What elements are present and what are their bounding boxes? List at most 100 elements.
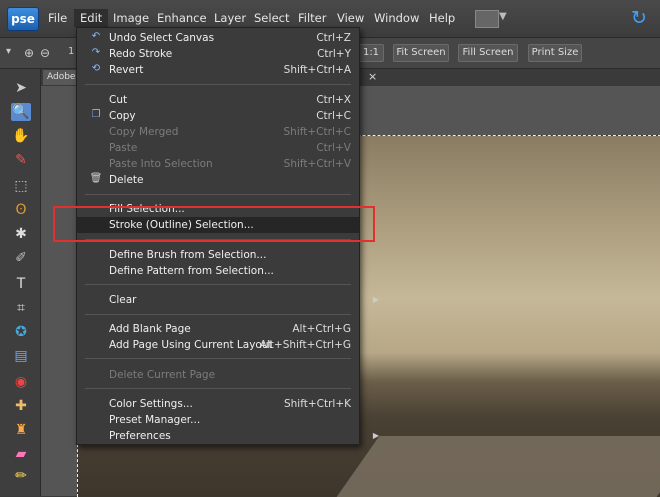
- zoom-out-icon[interactable]: ⊖: [40, 46, 50, 60]
- refresh-icon[interactable]: ↻: [631, 7, 647, 29]
- menu-window[interactable]: Window: [374, 11, 419, 25]
- menu-item-add-blank-page[interactable]: Add Blank Page Alt+Ctrl+G: [109, 321, 351, 337]
- zoom-tool-icon[interactable]: 🔍: [11, 103, 31, 121]
- menu-help[interactable]: Help: [429, 11, 455, 25]
- menu-item-copy-merged[interactable]: Copy Merged Shift+Ctrl+C: [109, 124, 351, 140]
- toolbox: ➤ 🔍 ✋ ✎ ⬚ ʘ ✱ ✐ T ⌗ ✪ ▤ ◉ ✚ ♜ ▰ ✏: [0, 69, 41, 496]
- menu-item-shortcut: Shift+Ctrl+V: [283, 158, 351, 170]
- chevron-down-icon[interactable]: ▼: [499, 11, 507, 22]
- quick-selection-tool-icon[interactable]: ✐: [11, 249, 31, 267]
- menu-item-revert[interactable]: ⟲ Revert Shift+Ctrl+A: [92, 62, 351, 78]
- menu-item-delete[interactable]: 🗑 Delete: [90, 172, 351, 188]
- type-tool-icon[interactable]: T: [11, 275, 31, 293]
- menu-filter[interactable]: Filter: [298, 11, 326, 25]
- menu-item-label: Add Page Using Current Layout: [109, 339, 273, 351]
- menu-divider: [85, 84, 351, 85]
- menu-item-undo[interactable]: ↶ Undo Select Canvas Ctrl+Z: [92, 30, 351, 46]
- cookie-cutter-tool-icon[interactable]: ✪: [11, 323, 31, 341]
- copy-icon: ❐: [91, 109, 101, 120]
- pencil-tool-icon[interactable]: ✏: [11, 467, 31, 485]
- trash-icon: 🗑: [89, 173, 103, 184]
- menu-item-shortcut: Shift+Ctrl+A: [283, 64, 351, 76]
- menu-item-preset-manager[interactable]: Preset Manager...: [109, 412, 351, 428]
- menu-item-shortcut: Alt+Ctrl+G: [292, 323, 351, 335]
- redo-icon: ↷: [91, 47, 101, 58]
- road-image-detail: [336, 436, 660, 497]
- menu-item-label: Define Pattern from Selection...: [109, 265, 274, 277]
- submenu-arrow-icon: ▶: [372, 295, 379, 304]
- menu-item-label: Revert: [109, 64, 144, 76]
- close-icon[interactable]: ×: [368, 70, 377, 83]
- straighten-tool-icon[interactable]: ▤: [11, 347, 31, 365]
- submenu-arrow-icon: ▶: [372, 431, 379, 440]
- zoom-value[interactable]: 1: [68, 46, 74, 57]
- menu-divider: [85, 358, 351, 359]
- menu-divider: [85, 194, 351, 195]
- menu-item-label: Delete Current Page: [109, 369, 216, 381]
- menu-item-color-settings[interactable]: Color Settings... Shift+Ctrl+K: [109, 396, 351, 412]
- menu-item-label: Clear: [109, 294, 137, 306]
- actual-pixels-button[interactable]: 1:1: [358, 44, 384, 62]
- crop-tool-icon[interactable]: ⌗: [11, 299, 31, 317]
- eyedropper-tool-icon[interactable]: ✎: [11, 151, 31, 169]
- fill-screen-button[interactable]: Fill Screen: [458, 44, 518, 62]
- move-tool-icon[interactable]: ➤: [11, 79, 31, 97]
- menu-enhance[interactable]: Enhance: [157, 11, 207, 25]
- highlight-annotation-box: [53, 206, 375, 242]
- red-eye-tool-icon[interactable]: ◉: [11, 373, 31, 391]
- menu-select[interactable]: Select: [254, 11, 289, 25]
- magic-wand-tool-icon[interactable]: ✱: [11, 225, 31, 243]
- menu-item-label: Redo Stroke: [109, 48, 173, 60]
- menu-item-label: Undo Select Canvas: [109, 32, 215, 44]
- menu-item-shortcut: Ctrl+Y: [317, 48, 351, 60]
- menu-item-shortcut: Shift+Ctrl+C: [283, 126, 351, 138]
- fit-screen-button[interactable]: Fit Screen: [393, 44, 449, 62]
- print-size-button[interactable]: Print Size: [528, 44, 582, 62]
- healing-brush-tool-icon[interactable]: ✚: [11, 397, 31, 415]
- menu-item-label: Define Brush from Selection...: [109, 249, 267, 261]
- menu-divider: [85, 388, 351, 389]
- menu-item-copy[interactable]: ❐ Copy Ctrl+C: [92, 108, 351, 124]
- menu-item-define-pattern[interactable]: Define Pattern from Selection...: [109, 263, 351, 279]
- menu-item-shortcut: Ctrl+V: [316, 142, 351, 154]
- menu-item-label: Preferences: [109, 430, 171, 442]
- menu-item-shortcut: Alt+Shift+Ctrl+G: [259, 339, 351, 351]
- menu-item-label: Preset Manager...: [109, 414, 201, 426]
- menu-view[interactable]: View: [337, 11, 364, 25]
- menu-item-preferences[interactable]: Preferences ▶: [109, 428, 379, 444]
- menu-item-redo[interactable]: ↷ Redo Stroke Ctrl+Y: [92, 46, 351, 62]
- menu-item-clear[interactable]: Clear ▶: [109, 292, 379, 308]
- eraser-tool-icon[interactable]: ▰: [11, 445, 31, 463]
- menu-layer[interactable]: Layer: [214, 11, 246, 25]
- menu-item-paste[interactable]: Paste Ctrl+V: [109, 140, 351, 156]
- menu-image[interactable]: Image: [113, 11, 149, 25]
- menu-item-shortcut: Ctrl+Z: [316, 32, 351, 44]
- lasso-tool-icon[interactable]: ʘ: [11, 201, 31, 219]
- app-logo: pse: [7, 7, 39, 31]
- menu-edit[interactable]: Edit: [74, 9, 109, 27]
- menu-divider: [85, 284, 351, 285]
- menu-item-delete-current-page[interactable]: Delete Current Page: [109, 367, 351, 383]
- menu-item-label: Cut: [109, 94, 128, 106]
- arrange-layout-button[interactable]: [475, 10, 499, 28]
- menu-item-label: Delete: [109, 174, 144, 186]
- menu-item-paste-into-selection[interactable]: Paste Into Selection Shift+Ctrl+V: [109, 156, 351, 172]
- menu-item-label: Paste: [109, 142, 138, 154]
- menu-item-add-page-current-layout[interactable]: Add Page Using Current Layout Alt+Shift+…: [109, 337, 351, 353]
- menu-item-shortcut: Ctrl+X: [316, 94, 351, 106]
- menu-item-label: Copy Merged: [109, 126, 179, 138]
- menu-item-shortcut: Ctrl+C: [316, 110, 351, 122]
- clone-stamp-tool-icon[interactable]: ♜: [11, 421, 31, 439]
- menu-item-define-brush[interactable]: Define Brush from Selection...: [109, 247, 351, 263]
- zoom-in-icon[interactable]: ⊕: [24, 46, 34, 60]
- menu-item-shortcut: Shift+Ctrl+K: [283, 398, 351, 410]
- menu-item-label: Copy: [109, 110, 136, 122]
- tool-preset-icon[interactable]: ▾: [6, 46, 11, 57]
- revert-icon: ⟲: [91, 63, 101, 74]
- hand-tool-icon[interactable]: ✋: [11, 127, 31, 145]
- undo-icon: ↶: [91, 31, 101, 42]
- marquee-tool-icon[interactable]: ⬚: [11, 177, 31, 195]
- menu-file[interactable]: File: [48, 11, 67, 25]
- menu-item-label: Color Settings...: [109, 398, 193, 410]
- menu-item-cut[interactable]: Cut Ctrl+X: [109, 92, 351, 108]
